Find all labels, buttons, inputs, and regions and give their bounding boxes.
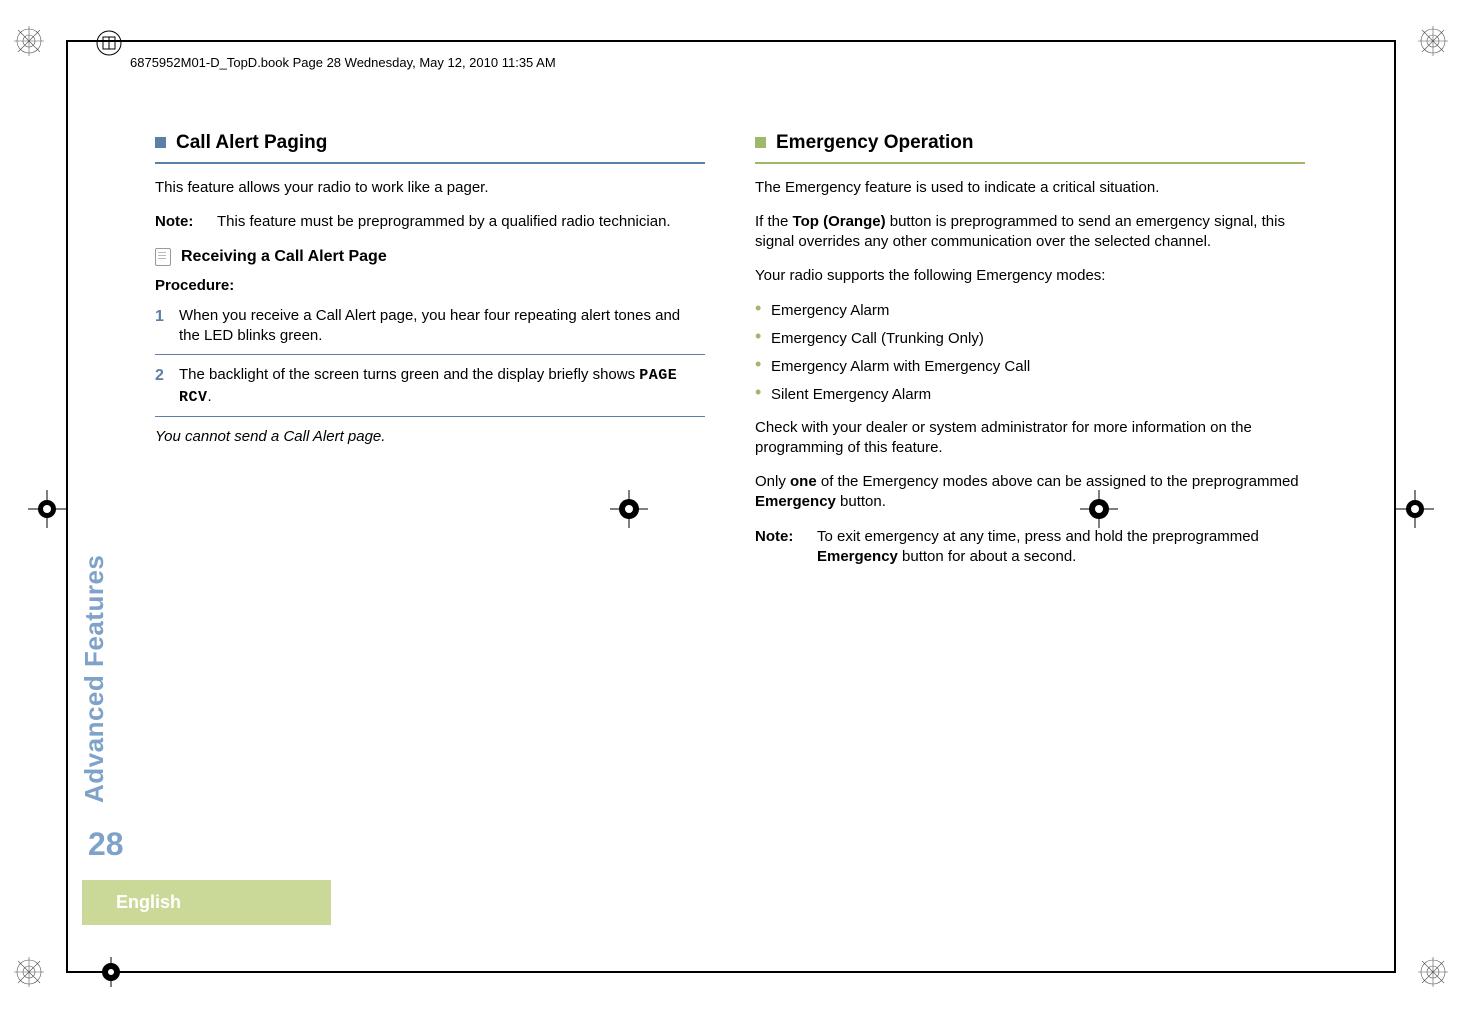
crosshair-icon <box>96 957 126 987</box>
section-divider <box>755 162 1305 164</box>
note-block: Note: To exit emergency at any time, pre… <box>755 527 1305 568</box>
paragraph: This feature allows your radio to work l… <box>155 178 705 198</box>
square-bullet-icon <box>155 137 166 148</box>
procedure-label: Procedure: <box>155 276 705 296</box>
paragraph: Only one of the Emergency modes above ca… <box>755 472 1305 513</box>
note-block: Note: This feature must be preprogrammed… <box>155 212 705 232</box>
right-column: Emergency Operation The Emergency featur… <box>755 130 1305 581</box>
subheading-text: Receiving a Call Alert Page <box>181 246 387 268</box>
text-fragment: button for about a second. <box>898 548 1076 565</box>
text-fragment: button. <box>836 493 886 510</box>
paragraph: Check with your dealer or system adminis… <box>755 418 1305 459</box>
bold-fragment: one <box>790 473 817 490</box>
crosshair-icon <box>1396 490 1434 528</box>
subheading-receiving: Receiving a Call Alert Page <box>155 246 705 268</box>
list-item: Emergency Call (Trunking Only) <box>755 329 1305 349</box>
section-title-text: Call Alert Paging <box>176 130 327 156</box>
paragraph: If the Top (Orange) button is preprogram… <box>755 212 1305 253</box>
registration-mark-icon <box>1418 957 1448 987</box>
paragraph: The Emergency feature is used to indicat… <box>755 178 1305 198</box>
crop-line-left <box>66 40 68 973</box>
registration-mark-icon <box>14 26 44 56</box>
crosshair-icon <box>28 490 66 528</box>
list-item: Silent Emergency Alarm <box>755 385 1305 405</box>
step-text: When you receive a Call Alert page, you … <box>179 306 705 347</box>
section-title-call-alert: Call Alert Paging <box>155 130 705 156</box>
bullet-list: Emergency Alarm Emergency Call (Trunking… <box>755 301 1305 406</box>
text-fragment: of the Emergency modes above can be assi… <box>817 473 1299 490</box>
note-label: Note: <box>755 527 803 568</box>
step-number: 1 <box>155 306 169 347</box>
text-fragment: If the <box>755 213 793 230</box>
section-title-text: Emergency Operation <box>776 130 973 156</box>
step-number: 2 <box>155 365 169 408</box>
bold-fragment: Emergency <box>817 548 898 565</box>
step-text-pre: The backlight of the screen turns green … <box>179 366 639 383</box>
book-mark-icon <box>96 30 122 56</box>
language-label: English <box>116 892 181 913</box>
note-text: This feature must be preprogrammed by a … <box>217 212 671 232</box>
left-column: Call Alert Paging This feature allows yo… <box>155 130 705 581</box>
note-label: Note: <box>155 212 203 232</box>
text-fragment: To exit emergency at any time, press and… <box>817 528 1259 545</box>
registration-mark-icon <box>14 957 44 987</box>
list-item: Emergency Alarm with Emergency Call <box>755 357 1305 377</box>
procedure-step: 2 The backlight of the screen turns gree… <box>155 365 705 417</box>
step-text-post: . <box>208 388 212 405</box>
paragraph: Your radio supports the following Emerge… <box>755 266 1305 286</box>
page-number: 28 <box>88 826 124 863</box>
footer-note-italic: You cannot send a Call Alert page. <box>155 427 705 447</box>
section-divider <box>155 162 705 164</box>
bold-fragment: Emergency <box>755 493 836 510</box>
text-fragment: Only <box>755 473 790 490</box>
bold-fragment: Top (Orange) <box>793 213 886 230</box>
crop-line-bottom <box>66 971 1396 973</box>
step-text: The backlight of the screen turns green … <box>179 365 705 408</box>
book-icon <box>155 248 171 266</box>
procedure-step: 1 When you receive a Call Alert page, yo… <box>155 306 705 356</box>
content-area: Call Alert Paging This feature allows yo… <box>155 130 1305 581</box>
list-item: Emergency Alarm <box>755 301 1305 321</box>
crop-line-top <box>66 40 1396 42</box>
side-tab-label: Advanced Features <box>79 555 110 803</box>
section-title-emergency: Emergency Operation <box>755 130 1305 156</box>
note-text: To exit emergency at any time, press and… <box>817 527 1305 568</box>
square-bullet-icon <box>755 137 766 148</box>
language-tab: English <box>82 880 331 925</box>
running-head: 6875952M01-D_TopD.book Page 28 Wednesday… <box>130 55 556 70</box>
registration-mark-icon <box>1418 26 1448 56</box>
